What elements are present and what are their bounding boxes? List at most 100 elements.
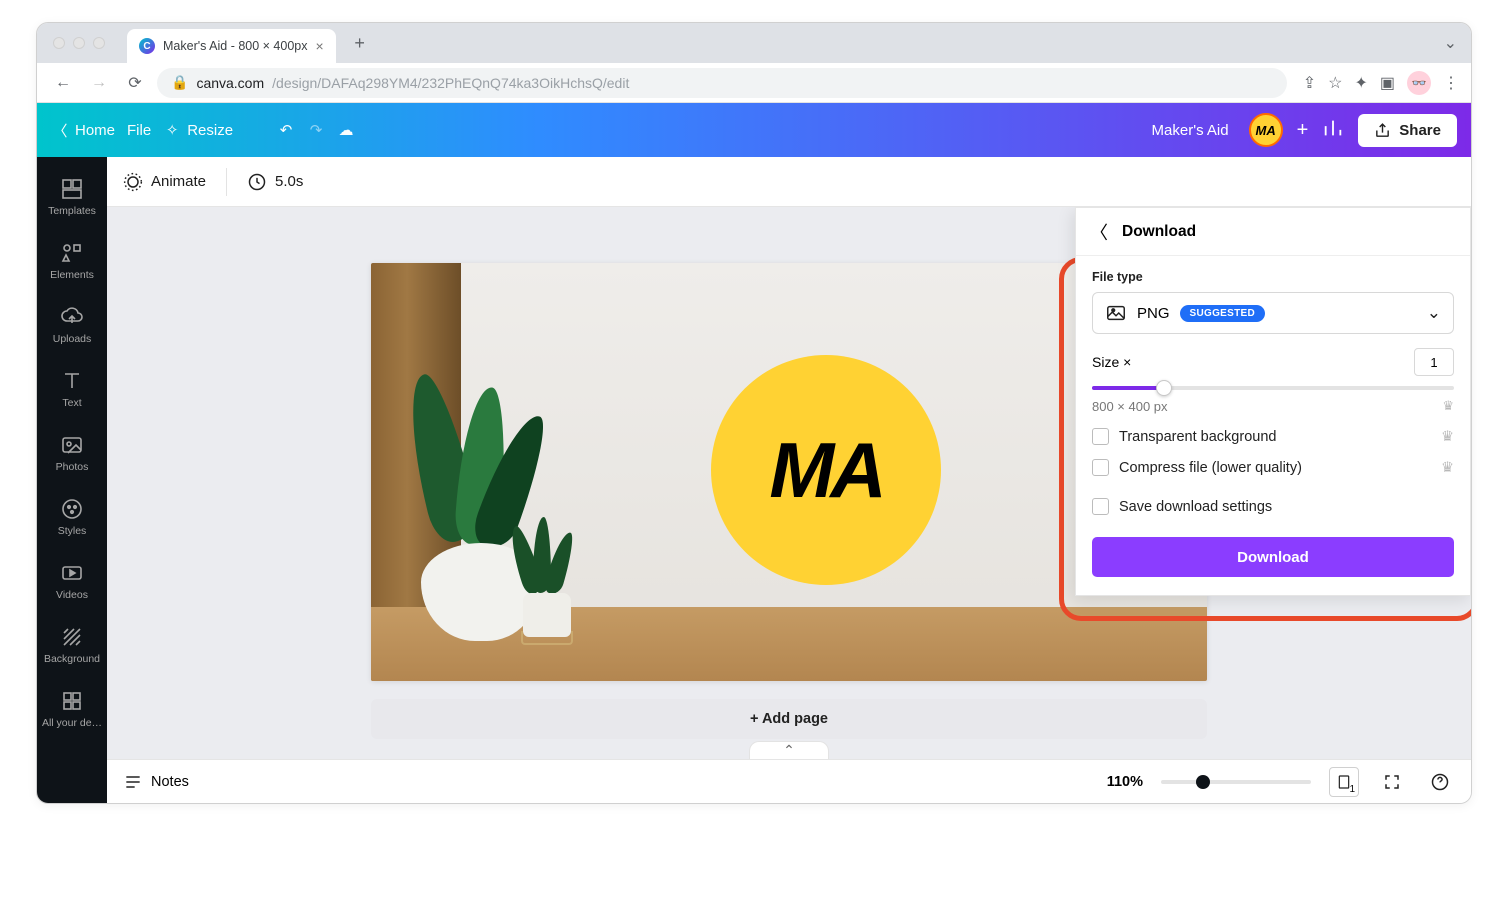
photos-icon [60, 433, 84, 457]
file-label: File [127, 122, 151, 139]
lock-icon: 🔒 [171, 74, 188, 91]
back-button[interactable]: ← [49, 69, 77, 97]
checkbox-icon[interactable] [1092, 498, 1109, 515]
small-plant-image [511, 489, 581, 637]
file-type-label: File type [1092, 270, 1454, 284]
size-multiplier-input[interactable] [1414, 348, 1454, 376]
help-icon [1430, 772, 1450, 792]
checkbox-icon[interactable] [1092, 428, 1109, 445]
uploads-icon [60, 305, 84, 329]
sidebar-item-background[interactable]: Background [37, 613, 107, 677]
notes-icon [123, 772, 143, 792]
size-slider[interactable] [1092, 386, 1454, 390]
logo-element[interactable]: MA [711, 355, 941, 585]
share-label: Share [1399, 122, 1441, 139]
share-button[interactable]: Share [1358, 114, 1457, 147]
expand-timeline-handle[interactable]: ⌃ [749, 741, 829, 759]
extensions-icon[interactable]: ✦ [1354, 73, 1367, 93]
sidebar-item-elements[interactable]: Elements [37, 229, 107, 293]
save-settings-option[interactable]: Save download settings [1092, 498, 1454, 515]
checkbox-icon[interactable] [1092, 459, 1109, 476]
videos-icon [60, 561, 84, 585]
transparent-bg-option[interactable]: Transparent background ♛ [1092, 428, 1454, 445]
chevron-down-icon: ⌄ [1427, 303, 1441, 323]
text-icon [60, 369, 84, 393]
image-file-icon [1105, 302, 1127, 324]
panel-back-button[interactable]: 〈 [1090, 219, 1108, 245]
animate-button[interactable]: Animate [123, 172, 206, 192]
download-panel: 〈 Download File type PNG SUGGESTED ⌄ [1075, 207, 1471, 596]
chevron-left-icon: 〈 [51, 121, 69, 139]
background-icon [60, 625, 84, 649]
cloud-check-icon: ☁ [337, 121, 355, 139]
suggested-badge: SUGGESTED [1180, 305, 1266, 322]
close-tab-icon[interactable]: × [315, 38, 323, 54]
forward-button: → [85, 69, 113, 97]
cloud-sync-button[interactable]: ☁ [337, 121, 355, 139]
tab-title: Maker's Aid - 800 × 400px [163, 39, 307, 53]
url-host: canva.com [196, 75, 264, 91]
sidebar-item-templates[interactable]: Templates [37, 165, 107, 229]
insights-button[interactable] [1322, 117, 1344, 144]
reload-button[interactable]: ⟳ [121, 69, 149, 97]
duration-button[interactable]: 5.0s [247, 172, 303, 192]
profile-avatar[interactable]: 👓 [1407, 71, 1431, 95]
tabs-overflow-icon[interactable]: ⌄ [1444, 33, 1457, 53]
user-avatar[interactable]: MA [1249, 113, 1283, 147]
animate-icon [123, 172, 143, 192]
resize-button[interactable]: ✧ Resize [163, 121, 233, 139]
add-page-button[interactable]: + Add page [371, 699, 1207, 739]
sidebar-item-uploads[interactable]: Uploads [37, 293, 107, 357]
window-controls[interactable] [53, 37, 105, 49]
clock-icon [247, 172, 267, 192]
crown-icon: ♛ [1441, 460, 1454, 476]
share-page-icon[interactable]: ⇪ [1303, 73, 1316, 93]
notes-button[interactable]: Notes [123, 772, 189, 792]
bookmark-icon[interactable]: ☆ [1328, 73, 1342, 93]
new-tab-button[interactable]: + [346, 29, 374, 57]
help-button[interactable] [1425, 767, 1455, 797]
zoom-value: 110% [1107, 774, 1143, 790]
elements-icon [60, 241, 84, 265]
canva-favicon-icon: C [139, 38, 155, 54]
browser-tab[interactable]: C Maker's Aid - 800 × 400px × [127, 29, 336, 63]
sidebar-item-photos[interactable]: Photos [37, 421, 107, 485]
resize-icon: ✧ [163, 121, 181, 139]
sidebar: Templates Elements Uploads Text Photos [37, 157, 107, 803]
crown-icon: ♛ [1441, 429, 1454, 445]
styles-icon [60, 497, 84, 521]
sidebar-item-text[interactable]: Text [37, 357, 107, 421]
project-title[interactable]: Maker's Aid [1152, 122, 1229, 139]
home-label: Home [75, 122, 115, 139]
fullscreen-button[interactable] [1377, 767, 1407, 797]
resize-label: Resize [187, 122, 233, 139]
zoom-slider[interactable] [1161, 780, 1311, 784]
download-button[interactable]: Download [1092, 537, 1454, 577]
size-label: Size × [1092, 354, 1131, 370]
output-dimensions: 800 × 400 px [1092, 399, 1168, 414]
compress-file-option[interactable]: Compress file (lower quality) ♛ [1092, 459, 1454, 476]
sidebar-item-styles[interactable]: Styles [37, 485, 107, 549]
redo-button[interactable]: ↷ [307, 121, 325, 139]
home-button[interactable]: 〈 Home [51, 121, 115, 139]
templates-icon [60, 177, 84, 201]
undo-icon: ↶ [277, 121, 295, 139]
share-icon [1374, 122, 1391, 139]
page-indicator[interactable]: 1 [1329, 767, 1359, 797]
bar-chart-icon [1322, 117, 1344, 139]
url-path: /design/DAFAq298YM4/232PhEQnQ74ka3OikHch… [272, 75, 629, 91]
all-designs-icon [60, 689, 84, 713]
fullscreen-icon [1383, 773, 1401, 791]
undo-button[interactable]: ↶ [277, 121, 295, 139]
sidebar-item-videos[interactable]: Videos [37, 549, 107, 613]
selected-file-type: PNG [1137, 305, 1170, 322]
menu-icon[interactable]: ⋮ [1443, 73, 1459, 93]
sidepanel-icon[interactable]: ▣ [1380, 73, 1395, 93]
add-member-button[interactable]: + [1297, 119, 1309, 142]
file-type-select[interactable]: PNG SUGGESTED ⌄ [1092, 292, 1454, 334]
file-menu[interactable]: File [127, 122, 151, 139]
crown-icon: ♛ [1442, 398, 1454, 414]
panel-title: Download [1122, 223, 1196, 241]
address-bar[interactable]: 🔒 canva.com/design/DAFAq298YM4/232PhEQnQ… [157, 68, 1287, 98]
sidebar-item-all-designs[interactable]: All your de… [37, 677, 107, 741]
